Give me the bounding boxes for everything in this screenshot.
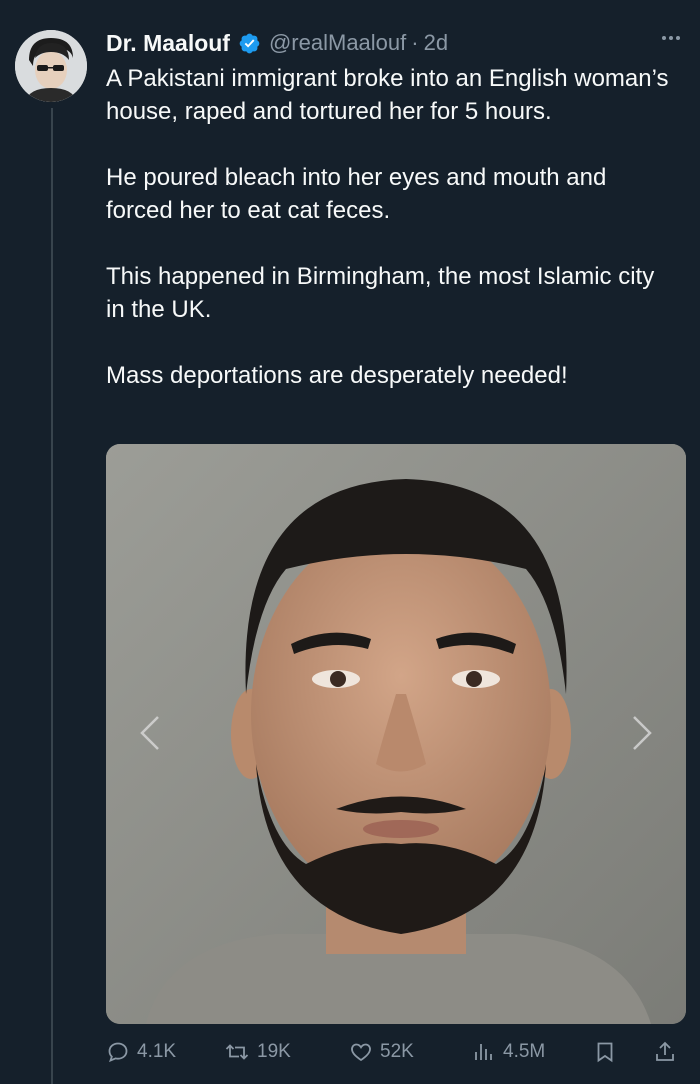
- thread-line: [51, 108, 53, 1084]
- views-button[interactable]: 4.5M: [472, 1034, 545, 1070]
- reply-button[interactable]: 4.1K: [106, 1034, 176, 1070]
- tweet-paragraph: He poured bleach into her eyes and mouth…: [106, 164, 607, 224]
- avatar[interactable]: [15, 30, 87, 102]
- views-chart-icon: [475, 1044, 492, 1060]
- tweet[interactable]: Dr. Maalouf @realMaalouf · 2d A Pakistan…: [0, 0, 700, 1084]
- timestamp[interactable]: 2d: [424, 30, 448, 56]
- bookmark-icon: [597, 1042, 613, 1063]
- verified-badge-icon[interactable]: [238, 32, 261, 55]
- separator-dot: ·: [411, 30, 419, 55]
- avatar-image: [15, 30, 87, 102]
- action-bar: 4.1K 19K 52K 4.5M: [106, 1034, 686, 1070]
- tweet-paragraph: A Pakistani immigrant broke into an Engl…: [106, 65, 669, 125]
- chevron-left-icon[interactable]: [126, 709, 174, 757]
- reply-icon: [108, 1042, 128, 1063]
- share-icon: [656, 1041, 674, 1061]
- reply-count: 4.1K: [137, 1041, 177, 1062]
- heart-icon: [351, 1043, 371, 1062]
- author-name[interactable]: Dr. Maalouf: [106, 30, 230, 57]
- tweet-media[interactable]: [106, 444, 686, 1024]
- views-count: 4.5M: [503, 1041, 546, 1062]
- share-button[interactable]: [653, 1034, 677, 1070]
- mugshot-photo: [106, 444, 686, 1024]
- like-button[interactable]: 52K: [349, 1034, 414, 1070]
- more-options-icon[interactable]: [662, 36, 680, 40]
- like-count: 52K: [380, 1041, 414, 1062]
- tweet-paragraph: Mass deportations are desperately needed…: [106, 362, 568, 389]
- repost-count: 19K: [257, 1041, 291, 1062]
- tweet-header: Dr. Maalouf @realMaalouf · 2d: [106, 28, 448, 58]
- tweet-text: A Pakistani immigrant broke into an Engl…: [106, 62, 676, 392]
- tweet-paragraph: This happened in Birmingham, the most Is…: [106, 263, 655, 323]
- chevron-right-icon[interactable]: [618, 709, 666, 757]
- repost-icon: [225, 1044, 249, 1060]
- author-handle[interactable]: @realMaalouf: [269, 30, 406, 56]
- repost-button[interactable]: 19K: [224, 1034, 291, 1070]
- bookmark-button[interactable]: [593, 1034, 617, 1070]
